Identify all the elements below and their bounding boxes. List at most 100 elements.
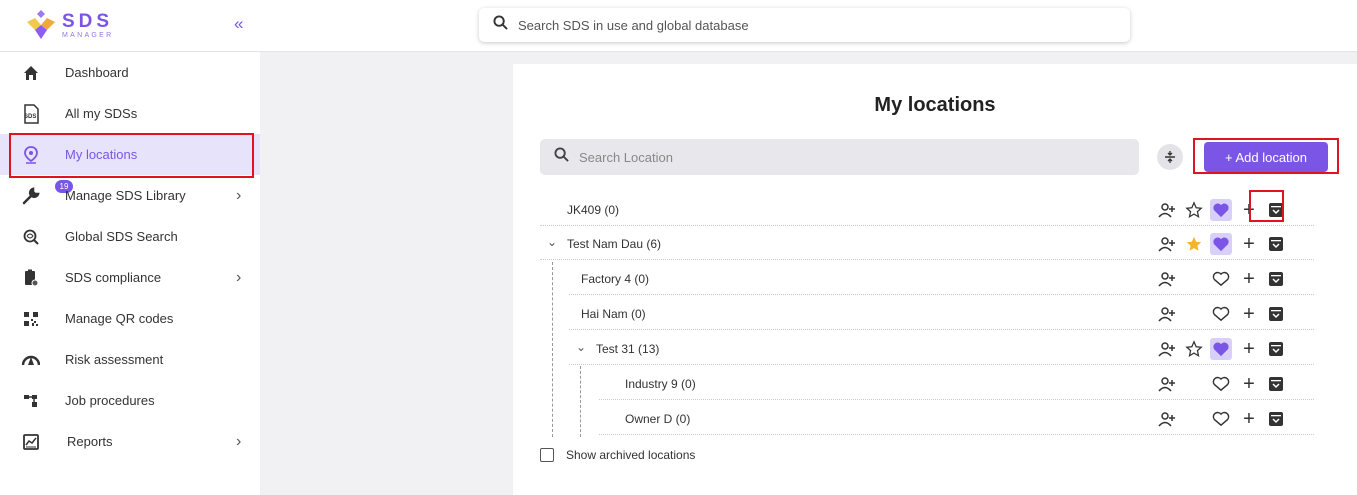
sidebar-item-sds-compliance[interactable]: SDS compliance › [0, 257, 260, 298]
add-sublocation-button[interactable]: + [1238, 268, 1260, 290]
location-row-hai-nam[interactable]: Hai Nam (0) + [569, 297, 1314, 330]
location-pin-icon [20, 144, 42, 166]
show-archived-checkbox[interactable] [540, 448, 554, 462]
location-name: Test Nam Dau (6) [567, 237, 662, 251]
global-search-input[interactable] [518, 17, 1078, 33]
sidebar-item-manage-qr-codes[interactable]: Manage QR codes [0, 298, 260, 339]
location-name: Industry 9 (0) [625, 377, 696, 391]
add-user-icon[interactable] [1156, 268, 1178, 290]
location-name: Owner D (0) [625, 412, 691, 426]
svg-text:SDS: SDS [24, 114, 36, 120]
location-row-owner-d[interactable]: Owner D (0) + [599, 402, 1314, 435]
procedures-icon [20, 390, 42, 412]
sidebar-item-label: Global SDS Search [65, 229, 178, 244]
expand-collapse-button[interactable] [1157, 144, 1183, 170]
sidebar-item-job-procedures[interactable]: Job procedures [0, 380, 260, 421]
heart-outline-icon[interactable] [1210, 373, 1232, 395]
location-row-test-31[interactable]: ⌄ Test 31 (13) + [569, 332, 1314, 365]
add-sublocation-button[interactable]: + [1238, 373, 1260, 395]
wrench-icon: 19 [20, 180, 73, 207]
heart-filled-icon[interactable] [1210, 233, 1232, 255]
location-name: Factory 4 (0) [581, 272, 650, 286]
collapse-sidebar-button[interactable]: « [234, 14, 243, 34]
add-user-icon[interactable] [1156, 233, 1178, 255]
sidebar-item-label: My locations [65, 147, 138, 162]
reports-icon [20, 431, 42, 453]
global-search-bar[interactable] [479, 8, 1130, 42]
star-outline-icon[interactable] [1183, 338, 1205, 360]
sidebar-item-risk-assessment[interactable]: Risk assessment [0, 339, 260, 380]
chevron-right-icon: › [236, 186, 242, 204]
location-search-input[interactable] [579, 149, 1119, 165]
sidebar-item-label: Job procedures [65, 393, 155, 408]
add-user-icon[interactable] [1156, 199, 1178, 221]
archive-icon[interactable] [1265, 199, 1287, 221]
heart-outline-icon[interactable] [1210, 268, 1232, 290]
add-location-button[interactable]: + Add location [1204, 142, 1328, 172]
archive-icon[interactable] [1265, 338, 1287, 360]
risk-gauge-icon [20, 349, 42, 371]
plus-icon: + [1243, 338, 1255, 360]
archive-icon[interactable] [1265, 373, 1287, 395]
location-row-jk409[interactable]: JK409 (0) + [540, 193, 1314, 226]
sidebar-item-label: SDS compliance [65, 270, 162, 285]
add-sublocation-button[interactable]: + [1238, 408, 1260, 430]
chevron-right-icon: › [236, 432, 242, 450]
plus-icon: + [1243, 233, 1255, 255]
sidebar-item-manage-sds-library[interactable]: 19 Manage SDS Library › [0, 175, 260, 216]
sidebar-item-my-locations[interactable]: My locations [0, 134, 260, 175]
qr-code-icon [20, 308, 42, 330]
add-sublocation-button[interactable]: + [1238, 199, 1260, 221]
heart-filled-icon[interactable] [1210, 338, 1232, 360]
show-archived-toggle[interactable]: Show archived locations [540, 448, 695, 462]
logo-subtitle: MANAGER [62, 31, 114, 39]
location-row-test-nam-dau[interactable]: ⌄ Test Nam Dau (6) + [540, 227, 1314, 260]
location-name: Test 31 (13) [596, 342, 660, 356]
logo-title: SDS [62, 10, 114, 32]
chevron-down-icon[interactable]: ⌄ [576, 340, 586, 354]
archive-icon[interactable] [1265, 303, 1287, 325]
global-search-icon [20, 226, 42, 248]
tree-connector-line [552, 262, 553, 437]
location-name: Hai Nam (0) [581, 307, 646, 321]
heart-filled-icon[interactable] [1210, 199, 1232, 221]
search-icon [493, 15, 508, 35]
sidebar-item-dashboard[interactable]: Dashboard [0, 52, 260, 93]
add-sublocation-button[interactable]: + [1238, 303, 1260, 325]
add-user-icon[interactable] [1156, 373, 1178, 395]
location-row-industry-9[interactable]: Industry 9 (0) + [599, 367, 1314, 400]
plus-icon: + [1243, 373, 1255, 395]
sidebar-item-label: All my SDSs [65, 106, 138, 121]
star-outline-icon[interactable] [1183, 199, 1205, 221]
show-archived-label: Show archived locations [566, 448, 696, 462]
archive-icon[interactable] [1265, 268, 1287, 290]
add-sublocation-button[interactable]: + [1238, 233, 1260, 255]
add-user-icon[interactable] [1156, 338, 1178, 360]
chevron-right-icon: › [236, 268, 242, 286]
sidebar-item-label: Risk assessment [65, 352, 164, 367]
locations-card: My locations + Add location JK409 (0) + … [513, 64, 1357, 495]
sidebar-item-all-my-sdss[interactable]: SDS All my SDSs [0, 93, 260, 134]
add-user-icon[interactable] [1156, 408, 1178, 430]
chevron-down-icon[interactable]: ⌄ [547, 235, 557, 249]
add-user-icon[interactable] [1156, 303, 1178, 325]
tree-connector-line [580, 366, 581, 437]
plus-icon: + [1243, 199, 1255, 221]
heart-outline-icon[interactable] [1210, 408, 1232, 430]
heart-outline-icon[interactable] [1210, 303, 1232, 325]
sidebar-item-label: Manage QR codes [65, 311, 174, 326]
add-sublocation-button[interactable]: + [1238, 338, 1260, 360]
archive-icon[interactable] [1265, 408, 1287, 430]
location-row-factory-4[interactable]: Factory 4 (0) + [569, 262, 1314, 295]
top-bar: SDS MANAGER « [0, 0, 1357, 52]
star-filled-icon[interactable] [1183, 233, 1205, 255]
search-icon [554, 147, 569, 167]
sidebar-item-label: Reports [67, 434, 113, 449]
location-search-bar[interactable] [540, 139, 1139, 175]
archive-icon[interactable] [1265, 233, 1287, 255]
sidebar-item-global-sds-search[interactable]: Global SDS Search [0, 216, 260, 257]
sidebar-item-reports[interactable]: Reports › [0, 421, 260, 462]
plus-icon: + [1243, 408, 1255, 430]
sidebar-item-label: Manage SDS Library [65, 188, 186, 203]
app-logo[interactable]: SDS MANAGER [24, 8, 114, 42]
